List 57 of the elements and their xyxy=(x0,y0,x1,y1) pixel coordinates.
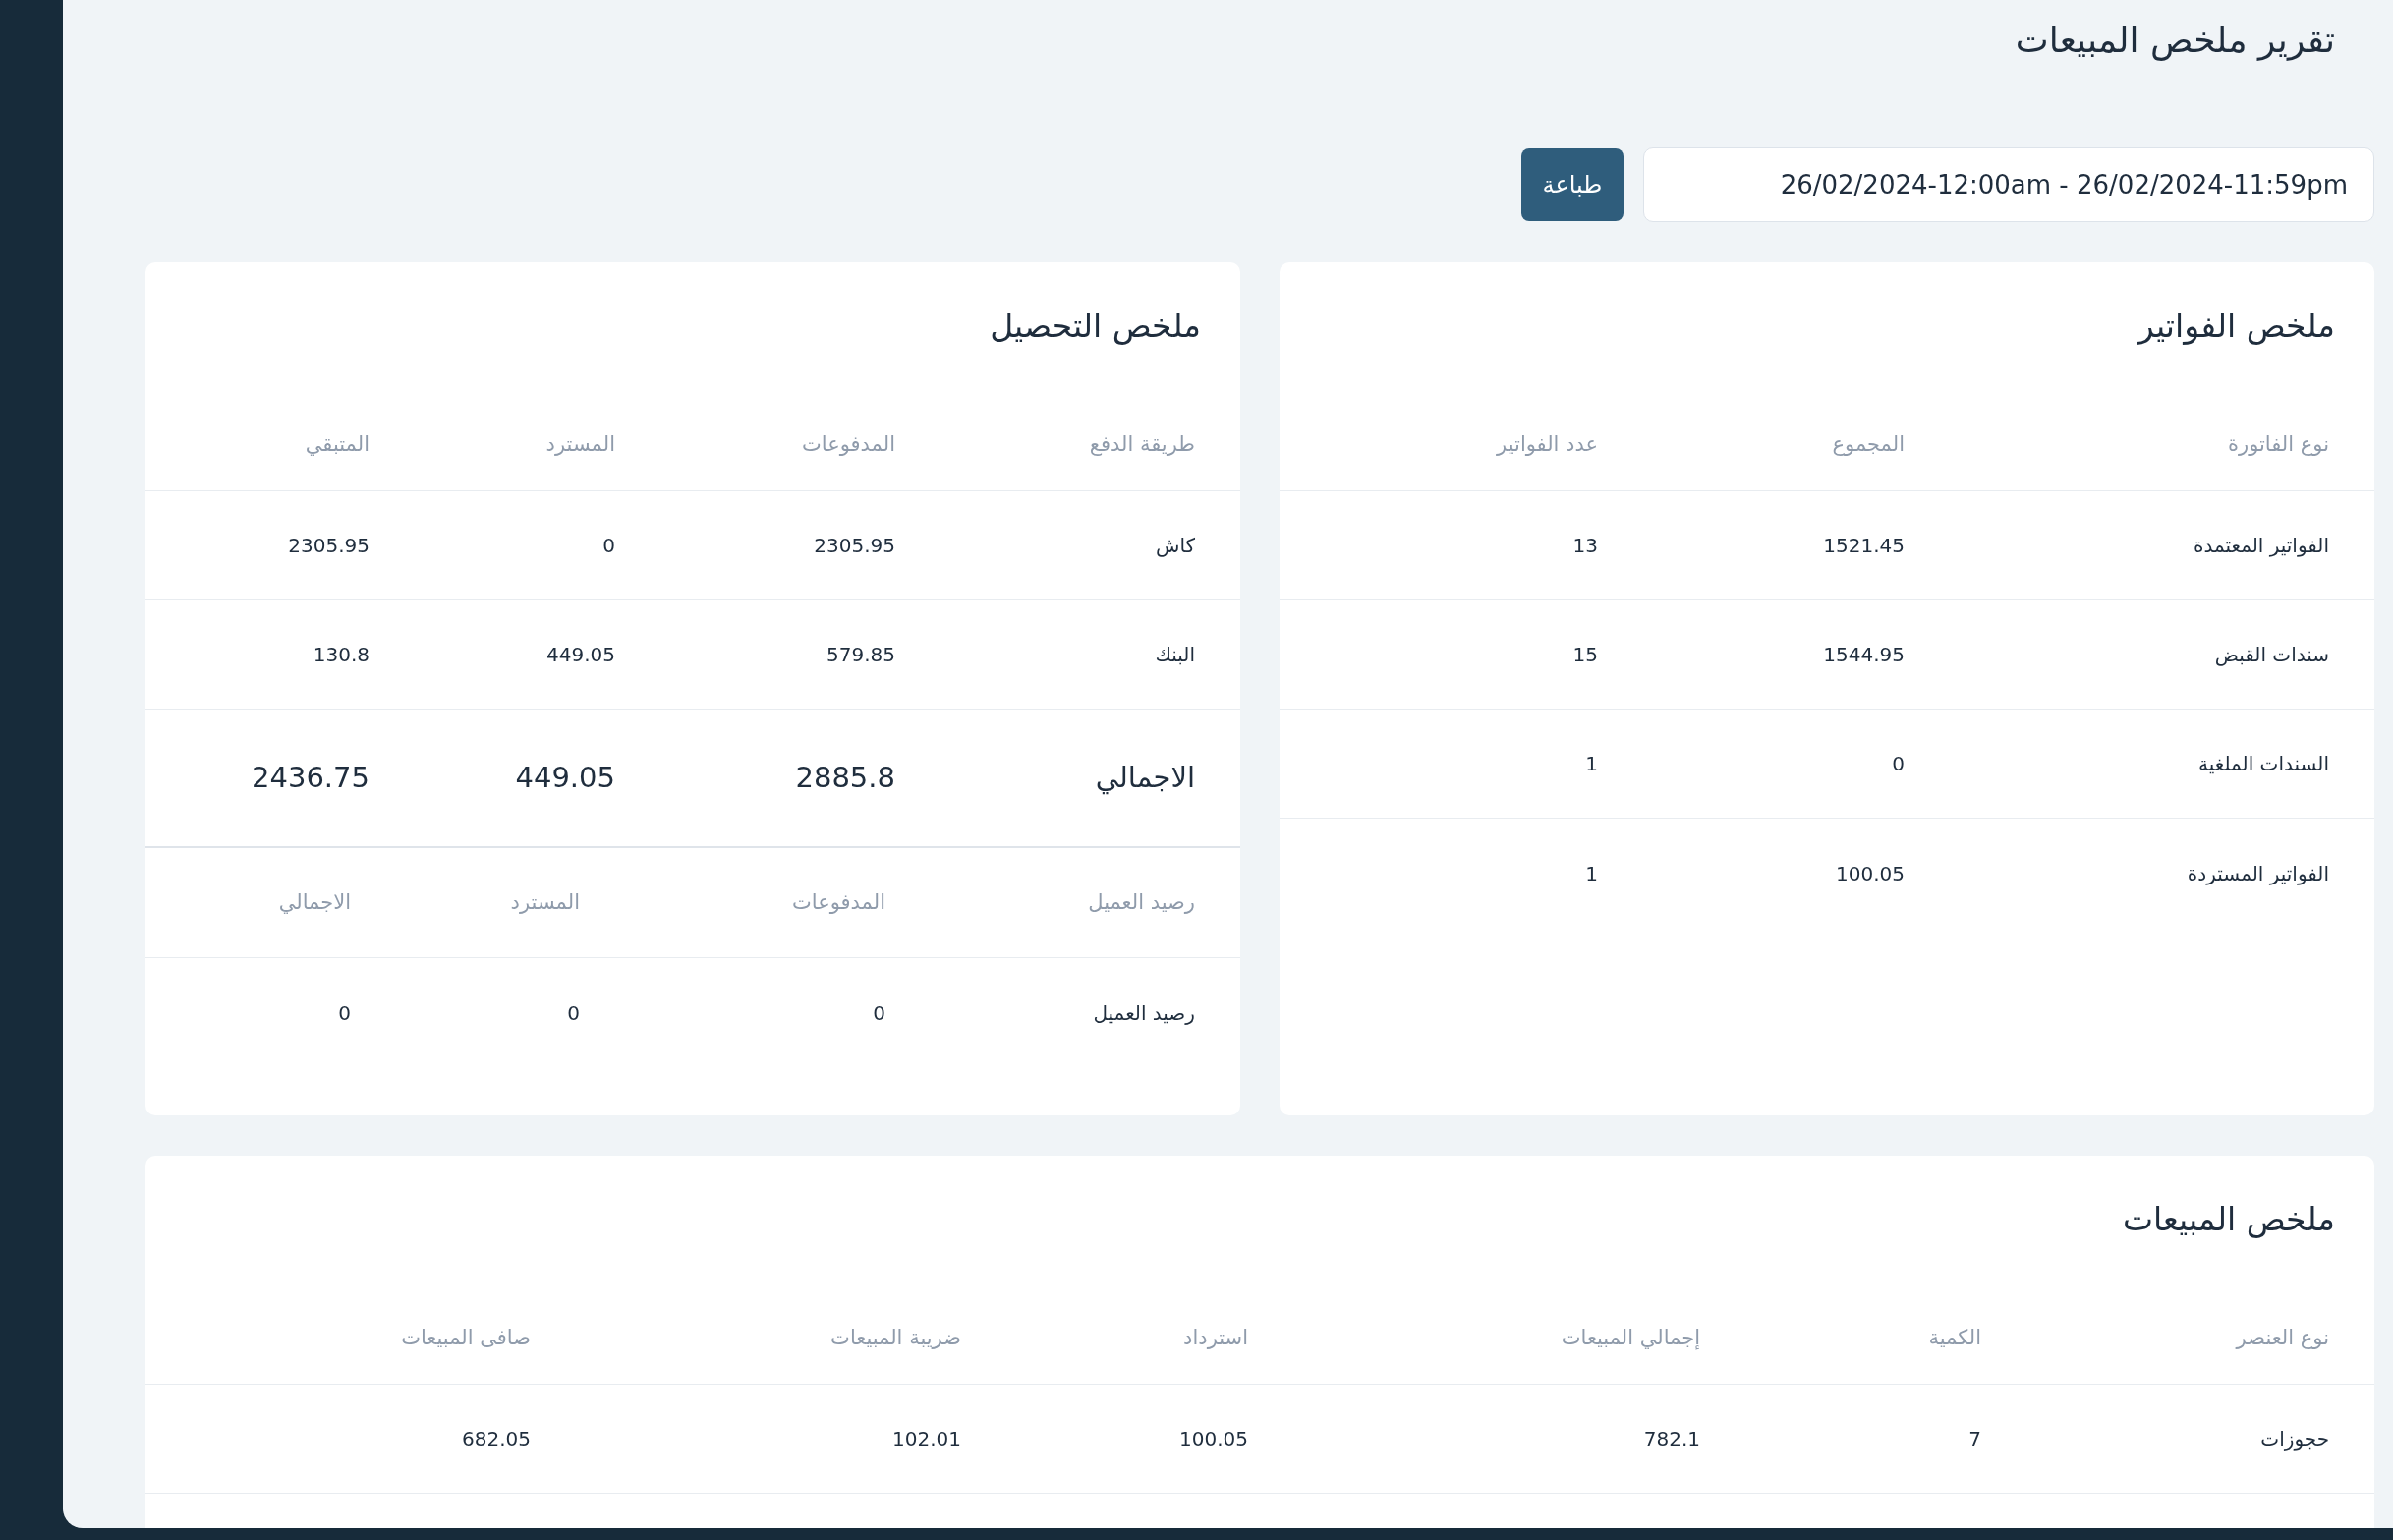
column-header: المجموع xyxy=(1832,432,1905,457)
column-header: استرداد xyxy=(1183,1326,1248,1350)
page-title: تقرير ملخص المبيعات xyxy=(2014,19,2336,63)
column-header: المدفوعات xyxy=(802,432,895,457)
table-cell: 0 xyxy=(338,1000,351,1025)
column-header: ضريبة المبيعات xyxy=(830,1326,961,1350)
table-cell: 2305.95 xyxy=(288,534,370,557)
table-cell: كاش xyxy=(1155,534,1195,557)
table-cell: 0 xyxy=(873,1000,885,1025)
column-header: المسترد xyxy=(545,432,615,457)
print-button[interactable]: طباعة xyxy=(1521,148,1624,221)
table-cell: الفواتير المستردة xyxy=(2187,861,2329,885)
table-cell: 782.1 xyxy=(1643,1427,1700,1451)
table-cell: 0 xyxy=(567,1000,580,1025)
table-cell: 2436.75 xyxy=(252,760,370,794)
table-cell: 579.85 xyxy=(826,643,895,666)
column-header: الاجمالي xyxy=(278,889,351,914)
table-cell: 682.05 xyxy=(462,1427,531,1451)
column-header: عدد الفواتير xyxy=(1497,432,1598,457)
table-cell: 13 xyxy=(1572,534,1598,557)
table-cell: الفواتير المعتمدة xyxy=(2193,534,2329,557)
column-header: نوع الفاتورة xyxy=(2228,432,2329,457)
table-cell: رصيد العميل xyxy=(1093,1000,1195,1025)
table-cell: 130.8 xyxy=(313,643,370,666)
table-cell: السندات الملغية xyxy=(2198,752,2329,775)
table-cell: 0 xyxy=(602,534,615,557)
table-cell: 7 xyxy=(1968,1427,1981,1451)
card-title: ملخص التحصيل xyxy=(989,306,1202,347)
column-header: رصيد العميل xyxy=(1088,889,1195,914)
card-title: ملخص الفواتير xyxy=(2136,306,2336,347)
date-range-field[interactable]: 26/02/2024-12:00am - 26/02/2024-11:59pm xyxy=(1643,147,2374,222)
table-cell: الاجمالي xyxy=(1095,760,1195,794)
column-header: المدفوعات xyxy=(792,889,885,914)
column-header: صافى المبيعات xyxy=(401,1326,531,1350)
table-cell: 2305.95 xyxy=(814,534,895,557)
table-cell: 1544.95 xyxy=(1823,643,1905,666)
table-cell: سندات القبض xyxy=(2214,643,2329,666)
table-cell: 449.05 xyxy=(515,760,615,794)
column-header: إجمالي المبيعات xyxy=(1561,1326,1700,1350)
column-header: المتبقي xyxy=(305,432,370,457)
table-cell: 1 xyxy=(1585,752,1598,775)
table-cell: 0 xyxy=(1892,752,1905,775)
table-cell: 100.05 xyxy=(1179,1427,1248,1451)
table-cell: 1 xyxy=(1585,861,1598,885)
column-header: الكمية xyxy=(1928,1326,1981,1350)
table-cell: 2885.8 xyxy=(795,760,895,794)
column-header: نوع العنصر xyxy=(2236,1326,2329,1350)
table-cell: البنك xyxy=(1155,643,1195,666)
table-cell: 100.05 xyxy=(1836,861,1905,885)
table-cell: 449.05 xyxy=(546,643,615,666)
table-cell: 102.01 xyxy=(892,1427,961,1451)
table-cell: 1521.45 xyxy=(1823,534,1905,557)
card-title: ملخص المبيعات xyxy=(2121,1199,2336,1240)
table-cell: حجوزات xyxy=(2260,1427,2329,1451)
column-header: المسترد xyxy=(510,889,580,914)
table-cell: 15 xyxy=(1572,643,1598,666)
column-header: طريقة الدفع xyxy=(1089,432,1195,457)
